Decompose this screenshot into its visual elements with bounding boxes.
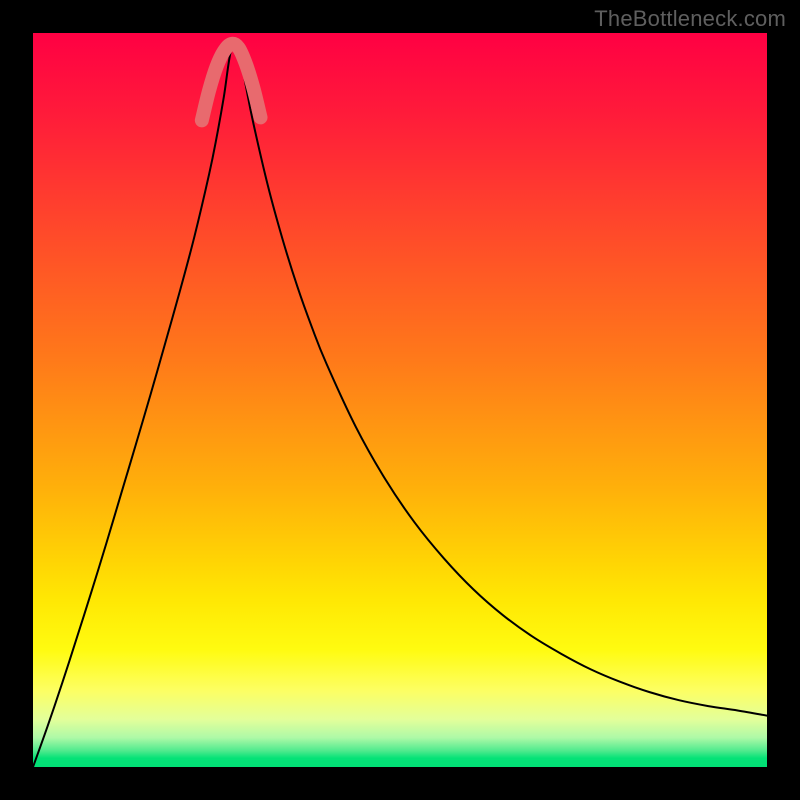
- bottleneck-curve: [33, 43, 767, 767]
- plot-area: [33, 33, 767, 767]
- optimum-marker: [202, 44, 261, 121]
- watermark-text: TheBottleneck.com: [594, 6, 786, 32]
- curve-layer: [33, 33, 767, 767]
- chart-frame: TheBottleneck.com: [0, 0, 800, 800]
